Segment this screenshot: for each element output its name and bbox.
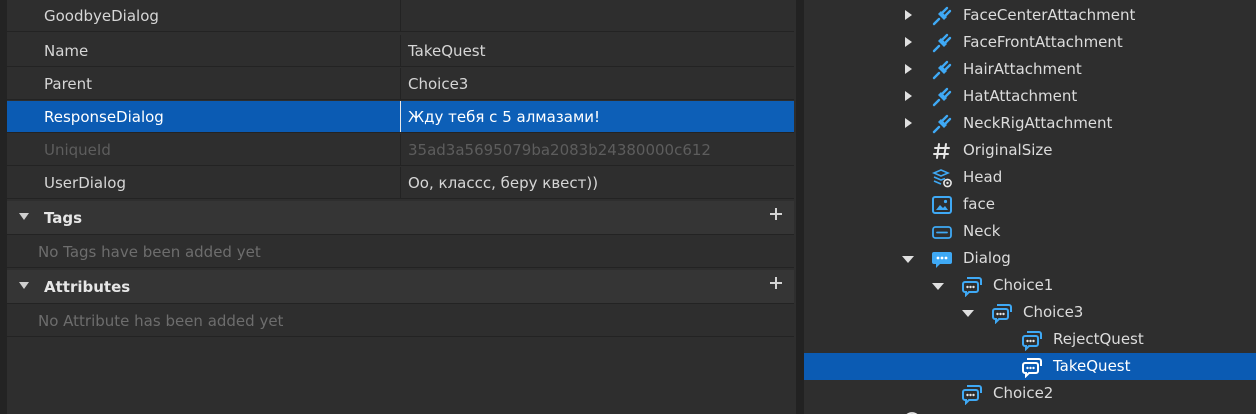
explorer-panel: FaceCenterAttachment FaceFrontAttachment…: [804, 0, 1256, 414]
tags-empty-state: No Tags have been added yet: [7, 236, 794, 268]
motor6d-icon: [931, 221, 953, 243]
property-value-input[interactable]: Жду тебя с 5 алмазами!: [400, 101, 794, 132]
tree-item-facefrontattachment[interactable]: FaceFrontAttachment: [804, 29, 1256, 56]
tags-section-header[interactable]: Tags: [7, 201, 794, 235]
property-name: Name: [44, 42, 89, 60]
property-value-field[interactable]: Оо, классс, беру квест)): [400, 167, 794, 198]
property-value-readonly: 35ad3a5695079ba2083b24380000c612: [400, 134, 794, 165]
tree-item-face[interactable]: face: [804, 191, 1256, 218]
tree-item-facecenterattachment[interactable]: FaceCenterAttachment: [804, 2, 1256, 29]
dialog-choice-icon: [1021, 329, 1043, 352]
decal-icon: [931, 194, 953, 216]
dialog-choice-icon: [1021, 356, 1043, 379]
attachment-icon: [931, 59, 953, 81]
tree-item-choice1[interactable]: Choice1: [804, 272, 1256, 299]
collapse-arrow-icon[interactable]: [932, 283, 944, 290]
tree-item-label: Dialog: [963, 249, 1011, 267]
expand-arrow-icon[interactable]: [905, 64, 912, 74]
property-name: ResponseDialog: [44, 108, 164, 126]
add-attribute-plus-icon[interactable]: [768, 275, 784, 291]
expand-arrow-icon[interactable]: [905, 10, 912, 20]
tree-item-label: NeckRigAttachment: [963, 114, 1113, 132]
tree-item-neckrigattachment[interactable]: NeckRigAttachment: [804, 110, 1256, 137]
dialog-icon: [931, 248, 953, 270]
dialog-choice-icon: [961, 383, 983, 406]
panel-edge: [0, 0, 7, 414]
tree-item-label: Choice3: [1023, 303, 1084, 321]
tree-item-label: RejectQuest: [1053, 330, 1144, 348]
tree-item-label: face: [963, 195, 995, 213]
number-value-icon: [931, 140, 953, 162]
property-row-responsedialog[interactable]: ResponseDialog Жду тебя с 5 алмазами!: [7, 101, 794, 133]
property-row-name[interactable]: Name TakeQuest: [7, 35, 794, 67]
property-name: GoodbyeDialog: [44, 7, 159, 25]
tree-item-label: Head: [963, 168, 1003, 186]
dialog-choice-icon: [961, 275, 983, 298]
attachment-icon: [931, 113, 953, 135]
tree-item-originalsize[interactable]: OriginalSize: [804, 137, 1256, 164]
tree-item-takequest[interactable]: TakeQuest: [804, 353, 1256, 380]
tree-item-choice2[interactable]: Choice2: [804, 380, 1256, 407]
tree-item-label: Choice2: [993, 384, 1054, 402]
expand-arrow-icon[interactable]: [905, 118, 912, 128]
property-row-userdialog[interactable]: UserDialog Оо, классс, беру квест)): [7, 167, 794, 199]
tree-item-dialog[interactable]: Dialog: [804, 245, 1256, 272]
attachment-icon: [931, 86, 953, 108]
dialog-choice-icon: [991, 302, 1013, 325]
collapse-arrow-icon[interactable]: [19, 282, 29, 289]
tree-item-choice3[interactable]: Choice3: [804, 299, 1256, 326]
empty-text: No Tags have been added yet: [38, 243, 261, 261]
tree-item-label: FaceFrontAttachment: [963, 33, 1123, 51]
expand-arrow-icon[interactable]: [905, 91, 912, 101]
tree-item-head[interactable]: Head: [804, 164, 1256, 191]
tree-item-hatattachment[interactable]: HatAttachment: [804, 83, 1256, 110]
panel-splitter[interactable]: [796, 0, 804, 414]
property-value-field[interactable]: [400, 0, 794, 31]
tree-item-label: FaceCenterAttachment: [963, 6, 1136, 24]
property-name: UniqueId: [44, 141, 111, 159]
special-mesh-icon: [931, 167, 953, 189]
tree-item-rejectquest[interactable]: RejectQuest: [804, 326, 1256, 353]
tree-item-label: Neck: [963, 222, 1001, 240]
tree-item-label: HatAttachment: [963, 87, 1078, 105]
tree-item-label: HairAttachment: [963, 60, 1082, 78]
property-value-field[interactable]: Choice3: [400, 68, 794, 99]
section-title: Attributes: [44, 278, 131, 296]
add-tag-plus-icon[interactable]: [768, 206, 784, 222]
tree-item-label: Choice1: [993, 276, 1054, 294]
globe-icon: [901, 410, 923, 414]
expand-arrow-icon[interactable]: [905, 37, 912, 47]
attributes-section-header[interactable]: Attributes: [7, 270, 794, 304]
attributes-empty-state: No Attribute has been added yet: [7, 305, 794, 337]
collapse-arrow-icon[interactable]: [19, 213, 29, 220]
empty-text: No Attribute has been added yet: [38, 312, 284, 330]
collapse-arrow-icon[interactable]: [962, 310, 974, 317]
tree-item-partial[interactable]: [804, 407, 1256, 414]
property-row-parent[interactable]: Parent Choice3: [7, 68, 794, 100]
tree-item-label: TakeQuest: [1053, 357, 1131, 375]
tree-item-label: OriginalSize: [963, 141, 1053, 159]
tree-item-neck[interactable]: Neck: [804, 218, 1256, 245]
section-title: Tags: [44, 209, 83, 227]
attachment-icon: [931, 5, 953, 27]
property-name: UserDialog: [44, 174, 126, 192]
tree-item-hairattachment[interactable]: HairAttachment: [804, 56, 1256, 83]
collapse-arrow-icon[interactable]: [902, 256, 914, 263]
property-value-field[interactable]: TakeQuest: [400, 35, 794, 66]
property-name: Parent: [44, 75, 93, 93]
property-row-goodbyedialog[interactable]: GoodbyeDialog: [7, 0, 794, 32]
property-row-uniqueid: UniqueId 35ad3a5695079ba2083b24380000c61…: [7, 134, 794, 166]
attachment-icon: [931, 32, 953, 54]
properties-panel: GoodbyeDialog Name TakeQuest Parent Choi…: [0, 0, 796, 414]
